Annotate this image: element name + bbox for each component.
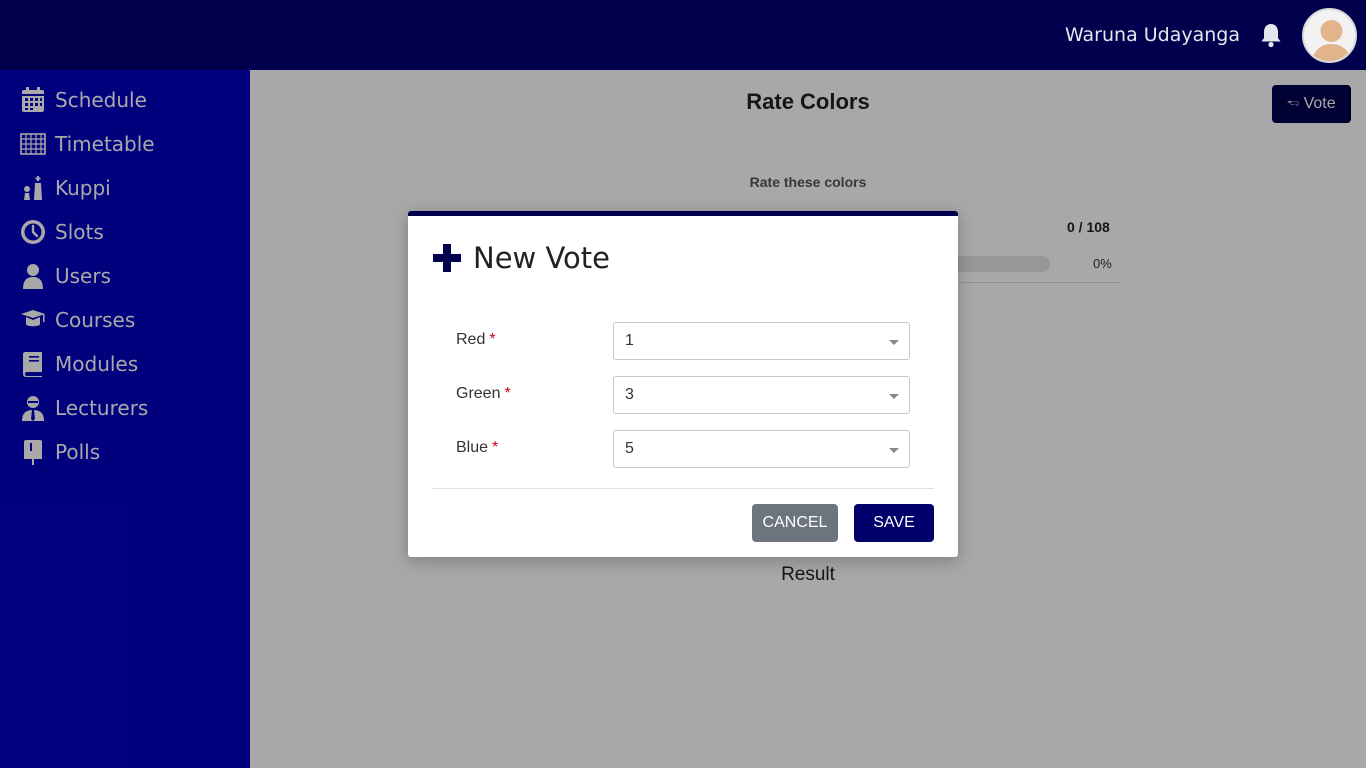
select-value: 1: [625, 332, 634, 349]
form-row-red: Red * 1: [456, 322, 910, 360]
caret-down-icon: [889, 448, 899, 453]
field-label-red: Red *: [456, 331, 496, 348]
green-select[interactable]: 3: [613, 376, 910, 414]
cancel-button[interactable]: CANCEL: [752, 504, 838, 542]
caret-down-icon: [889, 394, 899, 399]
required-mark: *: [492, 439, 499, 456]
bell-icon[interactable]: [1259, 22, 1283, 48]
top-bar: Waruna Udayanga: [0, 0, 1366, 70]
required-mark: *: [489, 331, 496, 348]
form-row-blue: Blue * 5: [456, 430, 910, 468]
required-mark: *: [504, 385, 511, 402]
caret-down-icon: [889, 340, 899, 345]
plus-icon: [432, 243, 462, 273]
field-label-blue: Blue *: [456, 439, 499, 456]
field-label-green: Green *: [456, 385, 511, 402]
new-vote-modal: New Vote Red * 1 Green * 3 Blue * 5 CANCEL …: [408, 211, 958, 557]
select-value: 5: [625, 440, 634, 457]
modal-title: New Vote: [473, 241, 611, 275]
form-row-green: Green * 3: [456, 376, 910, 414]
avatar[interactable]: [1302, 8, 1357, 63]
modal-header: New Vote: [432, 240, 610, 276]
user-name[interactable]: Waruna Udayanga: [1065, 24, 1240, 46]
red-select[interactable]: 1: [613, 322, 910, 360]
select-value: 3: [625, 386, 634, 403]
blue-select[interactable]: 5: [613, 430, 910, 468]
save-button[interactable]: SAVE: [854, 504, 934, 542]
modal-divider: [432, 488, 934, 489]
